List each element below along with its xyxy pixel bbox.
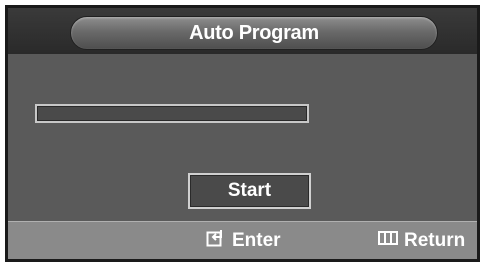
page-title: Auto Program	[189, 21, 319, 44]
auto-program-menu: Auto Program Start Enter Return	[5, 5, 480, 262]
return-hint[interactable]: Return	[378, 222, 465, 259]
return-icon	[378, 230, 398, 252]
enter-label: Enter	[232, 229, 281, 251]
enter-icon	[206, 229, 226, 253]
title-pill: Auto Program	[70, 16, 438, 50]
title-bar: Auto Program	[8, 8, 477, 54]
scan-progress-bar	[35, 104, 309, 123]
return-label: Return	[404, 229, 466, 251]
footer-bar: Enter Return	[8, 221, 477, 259]
start-button[interactable]: Start	[188, 173, 311, 209]
enter-hint[interactable]: Enter	[206, 222, 281, 259]
